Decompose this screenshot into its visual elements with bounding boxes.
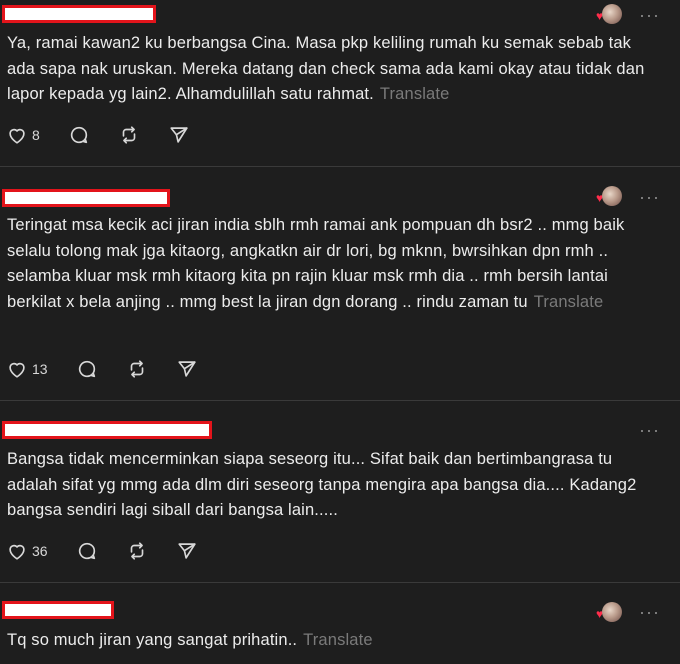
heart-outline-icon (9, 544, 25, 560)
redacted-username (2, 189, 170, 207)
share-button[interactable] (168, 124, 190, 146)
more-options-button[interactable]: ··· (639, 188, 660, 206)
comment-button[interactable] (76, 540, 98, 562)
repost-arrows-icon (130, 542, 143, 560)
action-bar: 36 (6, 540, 226, 562)
comment-post: ♥ ··· Tq so much jiran yang sangat priha… (0, 583, 680, 664)
comment-post: ♥ ··· Teringat msa kecik aci jiran india… (0, 167, 680, 401)
like-count: 36 (32, 543, 48, 559)
like-count: 13 (32, 361, 48, 377)
comment-bubble-icon (78, 542, 95, 560)
avatar[interactable] (602, 186, 622, 206)
translate-link[interactable]: Translate (303, 631, 373, 649)
comment-bubble-icon (78, 360, 95, 378)
repost-button[interactable] (126, 358, 148, 380)
translate-link[interactable]: Translate (534, 293, 604, 311)
more-options-button[interactable]: ··· (639, 603, 660, 621)
redacted-username (2, 601, 114, 619)
action-bar: 8 (6, 124, 218, 146)
like-button[interactable]: 13 (6, 358, 48, 380)
like-button[interactable]: 36 (6, 540, 48, 562)
like-button[interactable]: 8 (6, 124, 40, 146)
send-arrow-icon (170, 127, 188, 143)
comment-text: Tq so much jiran yang sangat prihatin.. T… (7, 628, 662, 654)
share-button[interactable] (176, 540, 198, 562)
comment-body: Bangsa tidak mencerminkan siapa seseorg … (7, 450, 637, 520)
comment-post: ♥ ··· Ya, ramai kawan2 ku berbangsa Cina… (0, 0, 680, 167)
repost-button[interactable] (118, 124, 140, 146)
redacted-username (2, 5, 156, 23)
comment-bubble-icon (70, 126, 87, 144)
send-arrow-icon (177, 543, 196, 559)
repost-button[interactable] (126, 540, 148, 562)
comment-post: ··· Bangsa tidak mencerminkan siapa sese… (0, 401, 680, 583)
comment-button[interactable] (76, 358, 98, 380)
translate-link[interactable]: Translate (380, 85, 450, 103)
comment-body: Ya, ramai kawan2 ku berbangsa Cina. Masa… (7, 34, 645, 104)
comment-button[interactable] (68, 124, 90, 146)
comment-text: Ya, ramai kawan2 ku berbangsa Cina. Masa… (7, 31, 662, 108)
send-arrow-icon (177, 361, 196, 377)
avatar[interactable] (602, 602, 622, 622)
comment-text: Teringat msa kecik aci jiran india sblh … (7, 213, 662, 315)
repost-arrows-icon (122, 126, 136, 144)
comment-body: Tq so much jiran yang sangat prihatin.. (7, 631, 298, 649)
heart-outline-icon (9, 128, 25, 144)
share-button[interactable] (176, 358, 198, 380)
liked-by-author-badge: ♥ (596, 602, 622, 622)
comment-feed: ♥ ··· Ya, ramai kawan2 ku berbangsa Cina… (0, 0, 680, 664)
more-options-button[interactable]: ··· (639, 421, 660, 439)
heart-outline-icon (9, 362, 25, 378)
liked-by-author-badge: ♥ (596, 186, 622, 206)
comment-text: Bangsa tidak mencerminkan siapa seseorg … (7, 447, 662, 524)
avatar[interactable] (602, 4, 622, 24)
action-bar: 13 (6, 358, 226, 380)
liked-by-author-badge: ♥ (596, 4, 622, 24)
repost-arrows-icon (130, 360, 143, 378)
comment-body: Teringat msa kecik aci jiran india sblh … (7, 216, 625, 311)
redacted-username (2, 421, 212, 439)
like-count: 8 (32, 127, 40, 143)
more-options-button[interactable]: ··· (639, 6, 660, 24)
